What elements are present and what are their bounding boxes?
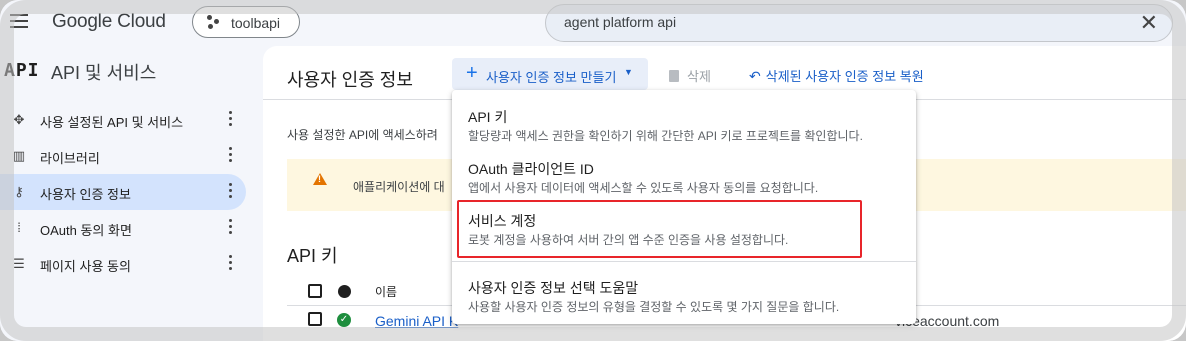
api-key-name-link[interactable]: Gemini API K (375, 313, 458, 329)
close-icon[interactable]: ✕ (1140, 10, 1158, 36)
create-credentials-menu: API 키 할당량과 액세스 권한을 확인하기 위해 간단한 API 키로 프로… (452, 90, 916, 324)
library-icon: ▥ (12, 148, 26, 163)
menu-item-desc: 할당량과 액세스 권한을 확인하기 위해 간단한 API 키로 프로젝트를 확인… (468, 129, 863, 143)
google-cloud-logo[interactable]: Google Cloud (52, 11, 166, 33)
sidebar-item-page-usage[interactable]: ☰ 페이지 사용 동의 (0, 246, 246, 282)
menu-item-desc: 로봇 계정을 사용하여 서버 간의 앱 수준 인증을 사용 설정합니다. (468, 233, 789, 247)
page-title: 사용자 인증 정보 (287, 70, 413, 90)
more-vert-icon[interactable] (228, 255, 234, 273)
menu-divider (452, 261, 916, 262)
project-name: toolbapi (231, 15, 281, 31)
more-vert-icon[interactable] (228, 147, 234, 165)
key-icon: ⚷ (14, 184, 24, 199)
menu-item-title: 사용자 인증 정보 선택 도움말 (468, 280, 639, 296)
menu-item-api-key[interactable]: API 키 할당량과 액세스 권한을 확인하기 위해 간단한 API 키로 프로… (452, 107, 916, 147)
api-keys-title: API 키 (287, 246, 338, 266)
more-vert-icon[interactable] (228, 219, 234, 237)
create-credentials-button[interactable]: + 사용자 인증 정보 만들기 ▼ (452, 58, 648, 90)
menu-item-desc: 앱에서 사용자 데이터에 액세스할 수 있도록 사용자 동의를 요청합니다. (468, 181, 819, 195)
oauth-dots-icon: ⁞ (17, 220, 21, 235)
more-vert-icon[interactable] (228, 111, 234, 129)
row-checkbox[interactable] (308, 312, 322, 326)
project-selector[interactable]: toolbapi (192, 6, 300, 38)
settings-list-icon: ☰ (13, 256, 25, 271)
sidebar-item-label: OAuth 동의 화면 (40, 223, 132, 238)
menu-item-title: OAuth 클라이언트 ID (468, 161, 594, 177)
restore-deleted-button[interactable]: ↶ 삭제된 사용자 인증 정보 복원 (749, 66, 924, 85)
sidebar: API API 및 서비스 ✥ 사용 설정된 API 및 서비스 ▥ 라이브러리… (0, 46, 262, 341)
menu-item-desc: 사용할 사용자 인증 정보의 유형을 결정할 수 있도록 몇 가지 질문을 합니… (468, 300, 840, 314)
sidebar-item-label: 사용 설정된 API 및 서비스 (40, 115, 184, 130)
project-dots-icon (207, 15, 221, 29)
add-icon: + (466, 62, 478, 84)
api-diamond-icon: ✥ (13, 112, 25, 127)
more-vert-icon[interactable] (228, 183, 234, 201)
search-input[interactable] (564, 14, 1104, 30)
status-column-icon (338, 285, 351, 298)
menu-item-title: API 키 (468, 109, 508, 125)
menu-item-title: 서비스 계정 (468, 213, 537, 229)
sidebar-item-credentials[interactable]: ⚷ 사용자 인증 정보 (0, 174, 246, 210)
status-ok-icon: ✓ (337, 313, 351, 327)
warning-icon (313, 173, 327, 185)
sidebar-item-library[interactable]: ▥ 라이브러리 (0, 138, 246, 174)
hamburger-menu-icon[interactable] (10, 14, 28, 28)
sidebar-item-enabled-apis[interactable]: ✥ 사용 설정된 API 및 서비스 (0, 102, 246, 138)
delete-button[interactable]: 삭제 (669, 66, 711, 85)
api-logo: API (4, 60, 40, 81)
select-all-checkbox[interactable] (308, 284, 322, 298)
create-credentials-label: 사용자 인증 정보 만들기 (486, 70, 617, 85)
sidebar-item-label: 라이브러리 (40, 151, 100, 166)
undo-icon: ↶ (749, 68, 761, 84)
delete-label: 삭제 (687, 69, 711, 84)
menu-item-help-choose[interactable]: 사용자 인증 정보 선택 도움말 사용할 사용자 인증 정보의 유형을 결정할 … (452, 278, 916, 318)
menu-item-service-account[interactable]: 서비스 계정 로봇 계정을 사용하여 서버 간의 앱 수준 인증을 사용 설정합… (452, 211, 916, 251)
sidebar-item-label: 사용자 인증 정보 (40, 187, 131, 202)
column-header-name[interactable]: 이름 (375, 283, 397, 300)
top-bar: Google Cloud toolbapi ✕ (0, 0, 1186, 46)
sidebar-item-label: 페이지 사용 동의 (40, 259, 131, 274)
warning-text: 애플리케이션에 대 (353, 180, 445, 194)
trash-icon (669, 70, 679, 82)
sidebar-title: API 및 서비스 (51, 63, 157, 83)
info-text: 사용 설정한 API에 액세스하려 (287, 128, 438, 142)
menu-item-oauth-client-id[interactable]: OAuth 클라이언트 ID 앱에서 사용자 데이터에 액세스할 수 있도록 사… (452, 159, 916, 199)
screen: Google Cloud toolbapi ✕ API API 및 서비스 ✥ … (0, 0, 1186, 341)
restore-label: 삭제된 사용자 인증 정보 복원 (765, 69, 924, 84)
caret-down-icon: ▼ (624, 67, 633, 77)
search-bar[interactable]: ✕ (545, 4, 1173, 42)
sidebar-item-oauth-consent[interactable]: ⁞ OAuth 동의 화면 (0, 210, 246, 246)
